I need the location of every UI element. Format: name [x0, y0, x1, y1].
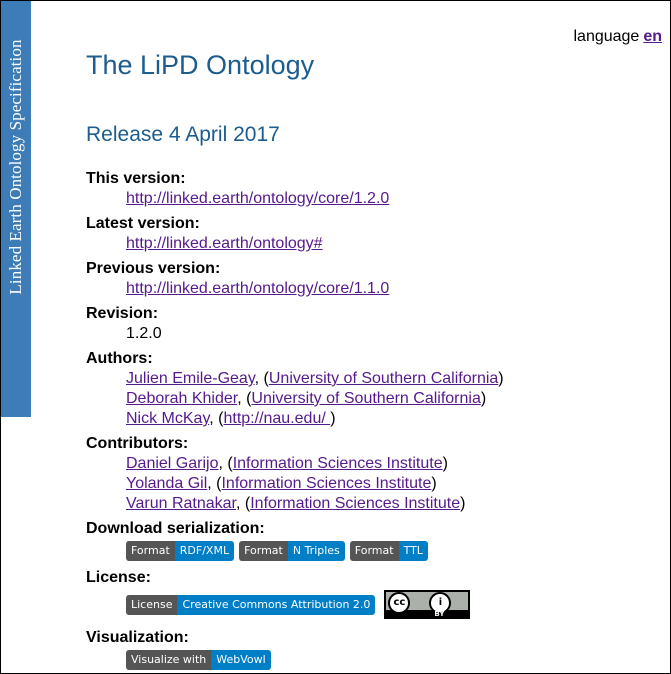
sidebar-title: Linked Earth Ontology Specification [6, 39, 25, 295]
cc-by-logo[interactable]: cc i BY [384, 590, 471, 619]
previous-version-section: Previous version: http://linked.earth/on… [86, 259, 389, 299]
revision-section: Revision: 1.2.0 [86, 304, 162, 344]
previous-version-link[interactable]: http://linked.earth/ontology/core/1.1.0 [126, 280, 389, 297]
revision-value: 1.2.0 [126, 325, 162, 342]
cc-by-text: BY [434, 610, 445, 618]
badge-left-label: Format [349, 541, 399, 561]
license-section: License: License Creative Commons Attribu… [86, 568, 471, 619]
language-link-en[interactable]: en [643, 28, 662, 45]
download-rdfxml-badge[interactable]: Format RDF/XML [126, 541, 235, 561]
author-name-link[interactable]: Deborah Khider [126, 390, 237, 407]
contributor-affiliation-link[interactable]: Information Sciences Institute [221, 475, 431, 492]
cc-icon: cc [388, 592, 411, 614]
download-label: Download serialization: [86, 520, 265, 537]
author-name-link[interactable]: Nick McKay [126, 410, 209, 427]
download-ntriples-badge[interactable]: Format N Triples [239, 541, 345, 561]
contributors-label: Contributors: [86, 435, 189, 452]
author-affiliation-link[interactable]: University of Southern California [251, 390, 480, 407]
sidebar-banner: Linked Earth Ontology Specification [1, 1, 31, 417]
contributor-name-link[interactable]: Varun Ratnakar [126, 495, 236, 512]
author-affiliation-link[interactable]: http://nau.edu/ [223, 410, 330, 427]
previous-version-label: Previous version: [86, 260, 221, 277]
license-badge[interactable]: License Creative Commons Attribution 2.0 [126, 594, 376, 615]
badge-left-label: Format [239, 541, 288, 561]
latest-version-link[interactable]: http://linked.earth/ontology# [126, 235, 323, 252]
badge-right-label: Creative Commons Attribution 2.0 [177, 594, 376, 615]
revision-label: Revision: [86, 305, 159, 322]
badge-right-label: RDF/XML [174, 541, 235, 561]
latest-version-section: Latest version: http://linked.earth/onto… [86, 214, 323, 254]
contributors-section: Contributors: Daniel Garijo, (Informatio… [86, 434, 465, 514]
author-item: Nick McKay, (http://nau.edu/ ) [126, 410, 336, 427]
download-ttl-badge[interactable]: Format TTL [349, 541, 428, 561]
license-label: License: [86, 569, 151, 586]
badge-left-label: Visualize with [126, 650, 212, 670]
webvowl-badge[interactable]: Visualize with WebVowl [126, 650, 271, 670]
visualization-section: Visualization: Visualize with WebVowl [86, 628, 271, 670]
latest-version-label: Latest version: [86, 215, 200, 232]
page-frame: Linked Earth Ontology Specification lang… [0, 0, 671, 674]
badge-left-label: Format [126, 541, 175, 561]
authors-section: Authors: Julien Emile-Geay, (University … [86, 349, 504, 429]
author-item: Deborah Khider, (University of Southern … [126, 390, 487, 407]
download-section: Download serialization: Format RDF/XML Fo… [86, 519, 428, 561]
this-version-section: This version: http://linked.earth/ontolo… [86, 169, 389, 209]
contributor-name-link[interactable]: Daniel Garijo [126, 455, 218, 472]
badge-right-label: WebVowl [211, 650, 271, 670]
contributor-item: Daniel Garijo, (Information Sciences Ins… [126, 455, 448, 472]
this-version-label: This version: [86, 170, 186, 187]
contributor-affiliation-link[interactable]: Information Sciences Institute [233, 455, 443, 472]
contributor-name-link[interactable]: Yolanda Gil [126, 475, 207, 492]
badge-right-label: N Triples [287, 541, 345, 561]
language-switcher: language en [573, 28, 662, 46]
language-label: language [573, 28, 640, 45]
contributor-item: Yolanda Gil, (Information Sciences Insti… [126, 475, 437, 492]
release-heading: Release 4 April 2017 [86, 123, 280, 146]
author-item: Julien Emile-Geay, (University of Southe… [126, 370, 504, 387]
this-version-link[interactable]: http://linked.earth/ontology/core/1.2.0 [126, 190, 389, 207]
authors-label: Authors: [86, 350, 153, 367]
badge-left-label: License [126, 594, 178, 615]
author-name-link[interactable]: Julien Emile-Geay [126, 370, 255, 387]
author-affiliation-link[interactable]: University of Southern California [269, 370, 498, 387]
badge-right-label: TTL [398, 541, 428, 561]
contributor-item: Varun Ratnakar, (Information Sciences In… [126, 495, 466, 512]
visualization-label: Visualization: [86, 629, 189, 646]
contributor-affiliation-link[interactable]: Information Sciences Institute [250, 495, 460, 512]
page-title: The LiPD Ontology [86, 50, 315, 80]
